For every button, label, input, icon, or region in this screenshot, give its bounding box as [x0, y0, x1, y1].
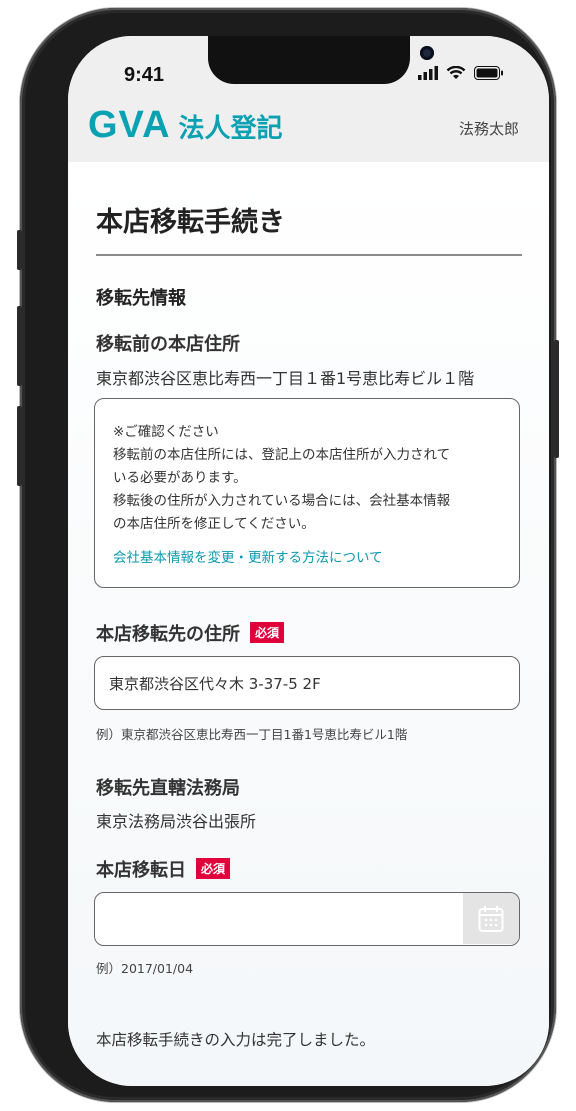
notch [208, 36, 434, 84]
new-address-label-text: 本店移転先の住所 [96, 624, 240, 645]
status-time: 9:41 [124, 64, 165, 86]
volume-down-button [17, 406, 22, 486]
notice-line: いる必要があります。 [113, 470, 247, 486]
signal-icon [418, 66, 438, 80]
move-date-label: 本店移転日 必須 [96, 856, 231, 882]
status-icons [418, 66, 504, 80]
notice-line: 移転後の住所が入力されている場合には、会社基本情報 [113, 493, 451, 509]
app-header: GVA 法人登記 法務太郎 [68, 96, 549, 162]
new-address-input[interactable] [94, 656, 520, 710]
notice-heading: ※ご確認ください [113, 424, 219, 440]
required-badge: 必須 [196, 858, 231, 879]
volume-up-button [17, 306, 22, 386]
page-title: 本店移転手続き [96, 207, 285, 238]
notice-line: 移転前の本店住所には、登記上の本店住所が入力されて [113, 447, 451, 463]
screen: 9:41 GVA 法人登記 法務太郎 本店移転手続き 移転先情報 移転前の本店住… [68, 36, 549, 1086]
wifi-icon [446, 66, 466, 79]
notice-box: ※ご確認ください 移転前の本店住所には、登記上の本店住所が入力されて いる必要が… [94, 398, 520, 588]
main-content: 本店移転手続き 移転先情報 移転前の本店住所 東京都渋谷区恵比寿西一丁目１番1号… [68, 162, 549, 1086]
phone-frame: 9:41 GVA 法人登記 法務太郎 本店移転手続き 移転先情報 移転前の本店住… [17, 8, 559, 1102]
required-badge: 必須 [250, 622, 285, 643]
previous-address-label: 移転前の本店住所 [96, 334, 240, 355]
move-date-input[interactable] [95, 893, 463, 944]
battery-icon [474, 66, 503, 80]
user-name[interactable]: 法務太郎 [459, 118, 519, 139]
mute-switch [17, 230, 22, 270]
move-date-hint: 例）2017/01/04 [96, 961, 194, 976]
logo-mark: GVA [88, 104, 171, 146]
company-info-help-link[interactable]: 会社基本情報を変更・更新する方法について [113, 546, 501, 566]
notice-line: の本店住所を修正してください。 [113, 516, 315, 532]
logo-text: 法人登記 [178, 114, 283, 144]
move-date-field [94, 892, 520, 946]
calendar-icon [478, 905, 504, 932]
previous-address-value: 東京都渋谷区恵比寿西一丁目１番1号恵比寿ビル１階 [96, 369, 475, 388]
logo[interactable]: GVA 法人登記 [88, 104, 283, 147]
section-title: 移転先情報 [96, 288, 186, 309]
completion-message: 本店移転手続きの入力は完了しました。 [96, 1031, 376, 1049]
move-date-label-text: 本店移転日 [96, 860, 186, 881]
calendar-button[interactable] [463, 893, 519, 944]
power-button [554, 340, 559, 458]
front-camera [420, 46, 434, 60]
new-address-hint: 例）東京都渋谷区恵比寿西一丁目1番1号恵比寿ビル1階 [96, 727, 408, 742]
jurisdiction-value: 東京法務局渋谷出張所 [96, 812, 257, 831]
jurisdiction-label: 移転先直轄法務局 [96, 778, 240, 799]
new-address-label: 本店移転先の住所 必須 [96, 620, 285, 646]
title-divider [96, 254, 522, 256]
